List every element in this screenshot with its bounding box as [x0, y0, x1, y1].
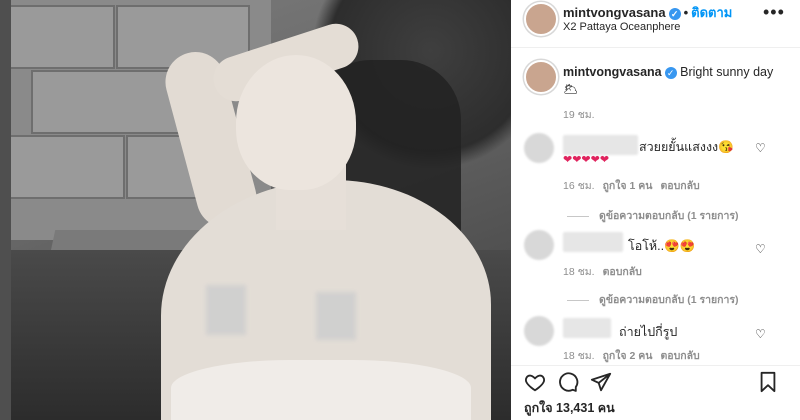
author-line: mintvongvasana ✓ • ติดตาม: [563, 2, 732, 23]
author-username[interactable]: mintvongvasana: [563, 5, 666, 20]
comment-time[interactable]: 18 ชม.: [563, 266, 595, 278]
comment-avatar[interactable]: [524, 230, 554, 260]
comment-hearts: ❤❤❤❤❤: [563, 154, 610, 166]
comment-avatar[interactable]: [524, 133, 554, 163]
share-icon[interactable]: [590, 371, 612, 393]
comment-reply-button[interactable]: ตอบกลับ: [660, 350, 699, 362]
verified-badge-icon: ✓: [668, 7, 681, 20]
comment-reply-button[interactable]: ตอบกลับ: [603, 266, 642, 278]
comment-like-icon[interactable]: ♡: [755, 141, 766, 155]
comment-meta: 18 ชม. ตอบกลับ: [563, 263, 650, 280]
comment-like-icon[interactable]: ♡: [755, 327, 766, 341]
author-avatar[interactable]: [524, 2, 558, 36]
heart-icon[interactable]: [524, 371, 546, 393]
photo-swimsuit: [171, 360, 471, 420]
post-header: mintvongvasana ✓ • ติดตาม X2 Pattaya Oceanp…: [511, 0, 800, 48]
comment-time[interactable]: 18 ชม.: [563, 350, 595, 362]
censor-blur-left: [206, 285, 246, 335]
view-replies-label[interactable]: ดูข้อความตอบกลับ (1 รายการ): [599, 294, 739, 306]
comment-likes[interactable]: ถูกใจ 2 คน: [603, 350, 653, 362]
comment-likes[interactable]: ถูกใจ 1 คน: [603, 180, 653, 192]
caption-time[interactable]: 19 ชม.: [563, 106, 595, 123]
background-strip: [0, 0, 11, 420]
follow-button[interactable]: ติดตาม: [691, 5, 732, 20]
bookmark-icon[interactable]: [757, 371, 779, 393]
action-bar: [511, 365, 800, 396]
post-location[interactable]: X2 Pattaya Oceanphere: [563, 21, 680, 33]
more-options-icon[interactable]: •••: [763, 2, 785, 23]
comment-text: ถ่ายไปกี่รูป: [619, 325, 678, 339]
comment-like-icon[interactable]: ♡: [755, 242, 766, 256]
post-photo[interactable]: [11, 0, 511, 420]
likes-count[interactable]: ถูกใจ 13,431 คน: [524, 398, 615, 418]
comment-avatar[interactable]: [524, 316, 554, 346]
censor-blur-right: [316, 292, 356, 340]
comment-icon[interactable]: [557, 371, 579, 393]
post-side-panel: mintvongvasana ✓ • ติดตาม X2 Pattaya Oceanp…: [511, 0, 800, 420]
comment-time[interactable]: 16 ชม.: [563, 180, 595, 192]
comment-username-redacted: [563, 318, 611, 338]
view-replies[interactable]: ดูข้อความตอบกลับ (1 รายการ): [567, 291, 739, 308]
comment-meta: 18 ชม. ถูกใจ 2 คน ตอบกลับ: [563, 347, 708, 364]
comment-username-redacted: [563, 135, 638, 155]
caption-text: Bright sunny day: [680, 65, 774, 79]
separator-dot: •: [683, 5, 689, 20]
comment-text: โอโห้..😍😍: [628, 239, 696, 253]
comment-meta: 16 ชม. ถูกใจ 1 คน ตอบกลับ: [563, 177, 708, 194]
view-replies[interactable]: ดูข้อความตอบกลับ (1 รายการ): [567, 207, 739, 224]
verified-badge-icon: ✓: [664, 66, 677, 79]
caption-username[interactable]: mintvongvasana: [563, 65, 662, 79]
comment-text: สวยยยั้นแสงงง😘: [639, 140, 734, 154]
photo-face: [236, 55, 356, 190]
comment-reply-button[interactable]: ตอบกลับ: [660, 180, 699, 192]
comment-username-redacted: [563, 232, 623, 252]
view-replies-label[interactable]: ดูข้อความตอบกลับ (1 รายการ): [599, 210, 739, 222]
caption-avatar[interactable]: [524, 60, 558, 94]
caption-line: mintvongvasana ✓ Bright sunny day: [563, 65, 773, 79]
caption-emoji: 🌥: [563, 82, 579, 96]
